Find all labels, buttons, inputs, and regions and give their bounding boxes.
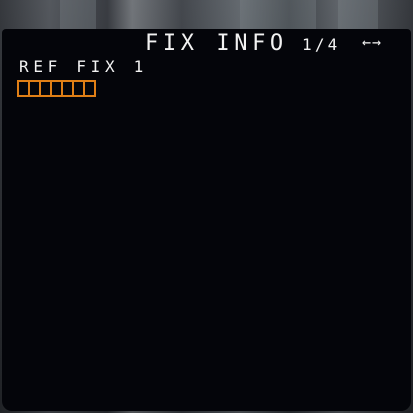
page-title: FIX INFO xyxy=(145,31,288,56)
overhead-panel-detail xyxy=(60,0,96,30)
ref-fix-label: REF FIX 1 xyxy=(19,57,148,76)
cdu-display: FIX INFO 1/4 ←→ REF FIX 1 xyxy=(2,29,411,411)
entry-box xyxy=(83,80,96,97)
left-right-arrows-icon[interactable]: ←→ xyxy=(362,32,382,52)
page-indicator: 1/4 xyxy=(302,35,341,54)
overhead-panel-detail xyxy=(240,0,316,30)
overhead-panel-detail xyxy=(338,0,378,30)
ref-fix-entry-boxes[interactable] xyxy=(17,80,96,97)
